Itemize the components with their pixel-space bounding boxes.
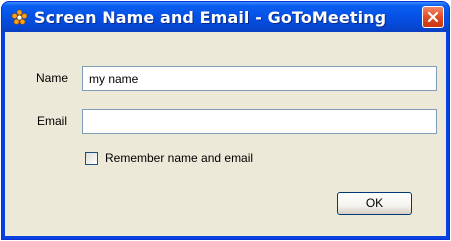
- remember-label[interactable]: Remember name and email: [105, 151, 253, 165]
- name-field[interactable]: [82, 66, 437, 91]
- remember-checkbox[interactable]: [85, 152, 98, 165]
- dialog-window: Screen Name and Email - GoToMeeting Name…: [1, 1, 450, 240]
- name-label: Name: [36, 71, 69, 85]
- gotomeeting-flower-icon: [11, 9, 28, 26]
- ok-button[interactable]: OK: [337, 192, 412, 215]
- email-field[interactable]: [82, 109, 437, 134]
- title-bar[interactable]: Screen Name and Email - GoToMeeting: [2, 2, 449, 32]
- email-label: Email: [37, 114, 68, 128]
- dialog-body: Name Email Remember name and email OK: [5, 32, 446, 236]
- close-button[interactable]: [422, 6, 444, 28]
- window-title: Screen Name and Email - GoToMeeting: [34, 8, 387, 27]
- close-icon: [427, 11, 439, 23]
